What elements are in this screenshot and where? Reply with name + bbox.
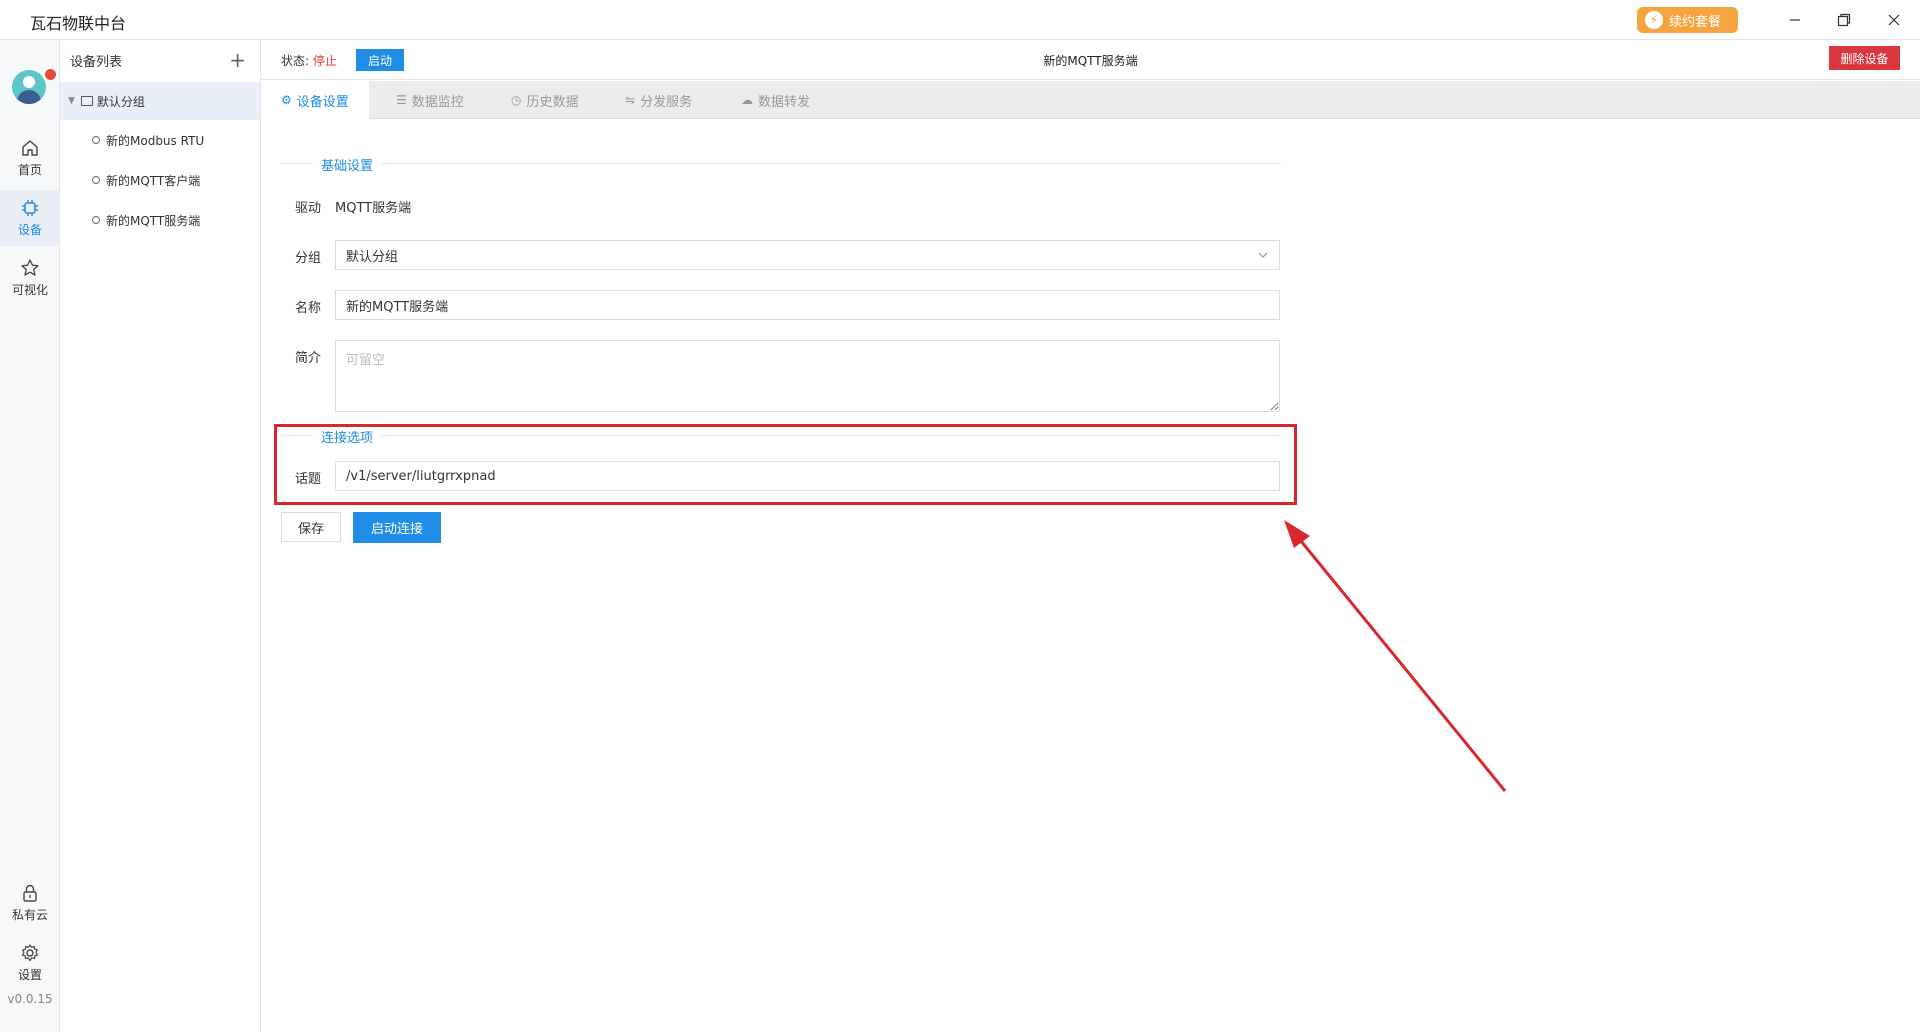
chevron-down-icon: [1258, 252, 1268, 258]
cloud-icon: ☁: [741, 93, 753, 107]
tab-label: 数据监控: [411, 94, 464, 110]
device-status-icon: [92, 136, 100, 144]
device-list-panel: 设备列表 + ▼ 默认分组 新的Modbus RTU 新的MQTT客户端 新的M…: [60, 40, 261, 1032]
tab-data-forward[interactable]: ☁ 数据转发: [721, 81, 830, 119]
connection-options-title: 连接选项: [313, 427, 382, 446]
share-icon: ⇋: [625, 93, 636, 107]
device-item-mqtt-server[interactable]: 新的MQTT服务端: [92, 206, 260, 234]
clock-icon: ◷: [511, 93, 522, 107]
add-device-icon[interactable]: +: [229, 48, 246, 72]
home-icon: [22, 140, 38, 156]
start-connection-button[interactable]: 启动连接: [353, 512, 441, 543]
device-item-label: 新的MQTT客户端: [106, 173, 201, 188]
lock-icon: [23, 884, 37, 902]
avatar[interactable]: [12, 70, 46, 104]
status-value: 停止: [312, 54, 337, 68]
device-item-mqtt-client[interactable]: 新的MQTT客户端: [92, 166, 260, 194]
tab-history-data[interactable]: ◷ 历史数据: [491, 81, 599, 119]
tab-device-settings[interactable]: ⚙ 设备设置: [261, 81, 369, 119]
folder-icon: [80, 96, 93, 106]
chip-icon: [22, 200, 38, 216]
tab-label: 数据转发: [758, 94, 811, 110]
title-bar: 瓦石物联中台 ⚡ 续约套餐: [0, 0, 1920, 40]
settings-icon: ⚙: [281, 93, 292, 107]
nav-item-settings[interactable]: 设置: [0, 935, 60, 991]
version-label: v0.0.15: [7, 992, 53, 1006]
device-status-bar: 状态: 停止 启动 新的MQTT服务端 删除设备: [261, 40, 1920, 80]
tab-distribution-service[interactable]: ⇋ 分发服务: [605, 81, 712, 119]
device-item-modbus-rtu[interactable]: 新的Modbus RTU: [92, 126, 260, 154]
start-button[interactable]: 启动: [356, 49, 404, 71]
lightning-icon: ⚡: [1645, 11, 1663, 29]
database-icon: ☰: [396, 93, 407, 107]
device-list-header: 设备列表 +: [60, 40, 260, 80]
driver-label: 驱动: [295, 201, 322, 216]
status-indicator: 状态: 停止: [281, 52, 337, 69]
name-input-value: 新的MQTT服务端: [346, 299, 449, 315]
device-group-row[interactable]: ▼ 默认分组: [60, 82, 260, 120]
device-title: 新的MQTT服务端: [1043, 54, 1138, 68]
gear-icon: [21, 944, 39, 962]
section-divider: [281, 163, 1281, 164]
name-label: 名称: [295, 301, 322, 316]
nav-label-visualization: 可视化: [11, 283, 48, 297]
close-icon[interactable]: [1882, 8, 1906, 32]
topic-input[interactable]: /v1/server/liutgrrxpnad: [335, 461, 1280, 491]
group-label: 分组: [295, 251, 322, 266]
group-select-value: 默认分组: [346, 249, 399, 265]
section-divider: [281, 435, 1281, 436]
topic-label: 话题: [295, 472, 322, 487]
restore-icon[interactable]: [1832, 8, 1856, 32]
device-status-icon: [92, 176, 100, 184]
nav-item-device[interactable]: 设备: [0, 190, 60, 246]
nav-label-home: 首页: [17, 163, 42, 177]
device-group-label: 默认分组: [96, 94, 145, 109]
delete-device-button[interactable]: 删除设备: [1829, 46, 1900, 70]
device-item-label: 新的Modbus RTU: [106, 133, 205, 148]
left-nav: 首页 设备 可视化 私有云 设置 v0.0.15: [0, 40, 60, 1032]
renew-plan-label: 续约套餐: [1669, 14, 1722, 30]
group-select[interactable]: 默认分组: [335, 240, 1280, 270]
nav-item-visualization[interactable]: 可视化: [0, 250, 60, 306]
device-status-icon: [92, 216, 100, 224]
caret-down-icon[interactable]: ▼: [68, 96, 75, 106]
basic-settings-title: 基础设置: [313, 155, 382, 174]
status-label: 状态:: [281, 54, 310, 68]
minimize-icon[interactable]: [1783, 8, 1807, 32]
tab-label: 历史数据: [526, 94, 579, 110]
nav-label-private-cloud: 私有云: [11, 908, 48, 922]
description-label: 简介: [295, 351, 322, 366]
tab-data-monitor[interactable]: ☰ 数据监控: [376, 81, 484, 119]
renew-plan-button[interactable]: ⚡ 续约套餐: [1637, 7, 1738, 33]
nav-item-private-cloud[interactable]: 私有云: [0, 875, 60, 931]
save-button[interactable]: 保存: [281, 512, 341, 542]
tab-label: 分发服务: [640, 94, 693, 110]
nav-label-settings: 设置: [17, 968, 42, 982]
topic-input-value: /v1/server/liutgrrxpnad: [346, 468, 496, 484]
device-item-label: 新的MQTT服务端: [106, 213, 201, 228]
app-title: 瓦石物联中台: [30, 14, 127, 33]
nav-item-home[interactable]: 首页: [0, 130, 60, 186]
driver-value: MQTT服务端: [335, 201, 412, 216]
star-icon: [21, 259, 39, 276]
device-list-title: 设备列表: [70, 54, 123, 70]
tab-label: 设备设置: [296, 94, 349, 110]
nav-label-device: 设备: [17, 223, 42, 237]
description-textarea[interactable]: [335, 340, 1280, 412]
device-tabs: ⚙ 设备设置 ☰ 数据监控 ◷ 历史数据 ⇋ 分发服务 ☁ 数据转发: [261, 81, 1920, 119]
message-badge-icon: [43, 67, 58, 82]
name-input[interactable]: 新的MQTT服务端: [335, 290, 1280, 320]
